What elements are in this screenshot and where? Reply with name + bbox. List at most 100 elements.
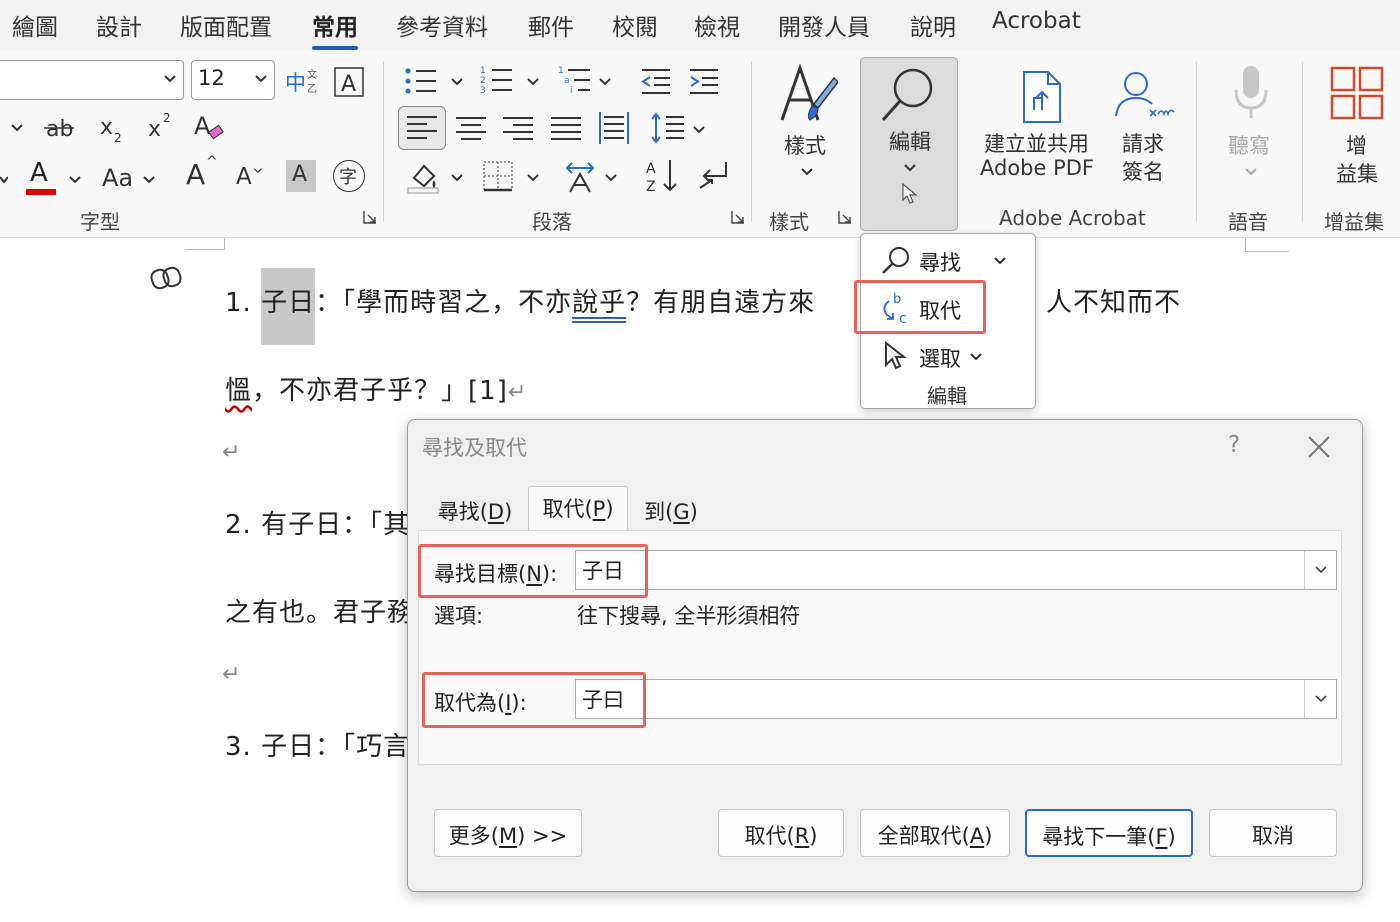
tab-mailings[interactable]: 郵件 <box>528 8 574 42</box>
replace-history-dropdown[interactable] <box>1304 680 1336 718</box>
chevron-down-icon[interactable] <box>450 172 464 184</box>
help-button[interactable]: ? <box>1228 432 1240 458</box>
annotation-highlight-replace <box>854 280 986 334</box>
chevron-down-icon[interactable] <box>526 76 540 88</box>
character-border-icon[interactable]: A <box>333 66 365 98</box>
options-value: 往下搜尋, 全半形須相符 <box>577 604 801 628</box>
align-left-button[interactable] <box>398 106 446 150</box>
tab-acrobat[interactable]: Acrobat <box>992 8 1081 34</box>
find-next-button[interactable]: 尋找下一筆(F) <box>1025 809 1193 857</box>
chevron-down-icon[interactable] <box>692 124 706 136</box>
shading-icon[interactable] <box>406 160 440 194</box>
add-ins-group-label: 增益集 <box>1324 210 1384 234</box>
tab-help[interactable]: 說明 <box>910 8 956 42</box>
decrease-indent-icon[interactable] <box>640 66 672 96</box>
dialog-launcher-icon[interactable] <box>838 210 852 224</box>
find-history-dropdown[interactable] <box>1304 551 1336 589</box>
dialog-launcher-icon[interactable] <box>363 210 377 224</box>
replace-all-button[interactable]: 全部取代(A) <box>860 809 1010 857</box>
grow-font-button[interactable]: A ^ <box>186 154 218 192</box>
tab-draw[interactable]: 繪圖 <box>12 8 58 42</box>
chevron-down-icon[interactable] <box>598 76 612 88</box>
paragraph-1-line-2: 慍，不亦君子乎？」[1]↵ <box>225 370 527 407</box>
styles-button[interactable]: 樣式 <box>770 64 842 186</box>
paragraph-1-line-1: 1. 子日：「學而時習之，不亦說乎？有朋自遠方來 <box>225 268 815 345</box>
tab-review[interactable]: 校閱 <box>612 8 658 42</box>
superscript-icon[interactable]: x 2 <box>146 110 174 142</box>
copilot-icon[interactable] <box>150 264 182 292</box>
sort-icon[interactable]: A Z <box>644 158 680 194</box>
show-formatting-marks-icon[interactable] <box>698 160 732 192</box>
tab-home[interactable]: 常用 <box>312 8 358 50</box>
enclose-characters-button[interactable]: 字 <box>333 160 365 192</box>
chevron-down-icon[interactable] <box>969 351 983 363</box>
paren: ) <box>809 824 818 848</box>
create-share-pdf-button[interactable]: 建立並共用 Adobe PDF <box>976 70 1100 182</box>
tab-find[interactable]: 尋找(D) <box>422 490 528 530</box>
tab-design[interactable]: 設計 <box>96 8 142 42</box>
more-button[interactable]: 更多(M) >> <box>434 809 582 857</box>
replace-with-input[interactable]: 子曰 <box>575 679 1337 719</box>
justify-icon[interactable] <box>551 116 581 142</box>
dialog-launcher-icon[interactable] <box>731 210 745 224</box>
replace-button[interactable]: 取代(R) <box>718 809 844 857</box>
line-spacing-icon[interactable] <box>650 112 686 144</box>
clear-formatting-icon[interactable]: A <box>192 110 226 144</box>
font-color-button[interactable]: A <box>26 158 58 198</box>
phonetic-guide-icon[interactable]: 中 文 乙 <box>285 66 321 98</box>
tab-replace[interactable]: 取代(P) <box>528 486 628 532</box>
chevron-down-icon <box>1315 566 1327 574</box>
select-cursor-icon <box>885 341 907 370</box>
tab-goto[interactable]: 到(G) <box>632 490 710 530</box>
request-signature-button[interactable]: 請求 簽名 <box>1112 70 1176 184</box>
align-center-icon[interactable] <box>456 116 486 142</box>
tab-developer[interactable]: 開發人員 <box>778 8 870 42</box>
menu-item-find[interactable]: 尋找 <box>861 237 1037 281</box>
menu-item-select[interactable]: 選取 <box>861 333 1037 377</box>
distributed-icon[interactable] <box>598 112 630 144</box>
chevron-down-icon[interactable] <box>68 174 82 186</box>
subscript-icon[interactable]: x 2 <box>98 114 126 146</box>
shrink-font-glyph: A <box>236 164 252 190</box>
character-shading-button[interactable]: A <box>286 160 316 192</box>
shrink-font-button[interactable]: A ^ <box>236 158 266 194</box>
paren: ) <box>1167 825 1176 849</box>
add-ins-button[interactable]: 增 益集 <box>1326 64 1390 186</box>
editing-button[interactable]: 編輯 <box>860 57 958 231</box>
font-size-combo[interactable]: 12 <box>191 60 275 100</box>
multilevel-list-icon[interactable]: 1 a i <box>558 64 592 96</box>
text-direction-icon[interactable] <box>562 158 598 194</box>
chevron-down-icon[interactable] <box>10 122 24 134</box>
create-pdf-label-line1: 建立並共用 <box>984 132 1089 156</box>
find-what-input[interactable]: 子日 <box>575 550 1337 590</box>
bullets-icon[interactable] <box>404 66 438 96</box>
strikethrough-icon[interactable]: ab <box>44 114 74 142</box>
svg-text:文: 文 <box>307 68 317 81</box>
font-name-combo[interactable] <box>0 60 184 100</box>
caret-up-icon: ^ <box>206 154 218 170</box>
numbering-icon[interactable]: 1 2 3 <box>480 64 514 96</box>
chevron-down-icon[interactable] <box>0 174 8 186</box>
tab-goto-label: 到( <box>644 500 674 524</box>
tab-find-label: 尋找( <box>437 500 488 524</box>
cancel-button[interactable]: 取消 <box>1209 809 1337 857</box>
increase-indent-icon[interactable] <box>688 66 720 96</box>
font-size-value: 12 <box>198 66 225 90</box>
add-ins-label-line1: 增 <box>1346 134 1367 158</box>
tab-references[interactable]: 參考資料 <box>396 8 488 42</box>
chevron-down-icon[interactable] <box>450 76 464 88</box>
svg-text:3: 3 <box>480 86 486 96</box>
chevron-down-icon[interactable] <box>993 255 1007 267</box>
enclose-characters-glyph: 字 <box>339 167 357 188</box>
align-right-icon[interactable] <box>503 116 533 142</box>
tab-layout[interactable]: 版面配置 <box>180 8 272 42</box>
change-case-button[interactable]: Aa <box>102 164 133 192</box>
dictate-button[interactable]: 聽寫 <box>1224 64 1278 186</box>
chevron-down-icon[interactable] <box>604 172 618 184</box>
svg-text:A: A <box>646 161 656 177</box>
close-icon[interactable] <box>1306 434 1332 460</box>
borders-icon[interactable] <box>482 160 514 192</box>
chevron-down-icon[interactable] <box>142 174 156 186</box>
tab-view[interactable]: 檢視 <box>694 8 740 42</box>
chevron-down-icon[interactable] <box>526 172 540 184</box>
